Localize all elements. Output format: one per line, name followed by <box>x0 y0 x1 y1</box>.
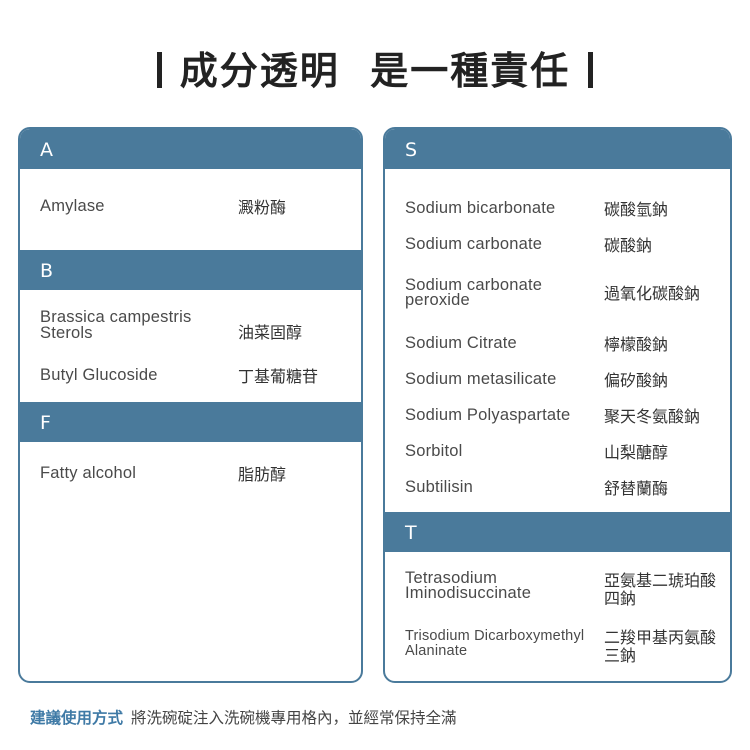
ingredient-en: Sodium carbonate <box>405 235 543 253</box>
ingredient-en: Amylase <box>40 197 105 215</box>
ingredient-en-line2: peroxide <box>405 291 470 309</box>
usage-label: 建議使用方式 <box>30 709 124 727</box>
ingredient-zh: 檸檬酸鈉 <box>604 335 669 354</box>
ingredient-en: Subtilisin <box>405 478 474 496</box>
ingredient-zh: 山梨醣醇 <box>604 443 669 462</box>
ingredient-zh-line1: 二羧甲基丙氨酸 <box>604 628 717 647</box>
page-title: 成分透明 是一種責任 <box>0 40 750 95</box>
title-divider-right <box>588 52 594 88</box>
ingredient-zh: 舒替蘭酶 <box>604 479 669 498</box>
usage-instructions: 建議使用方式 將洗碗碇注入洗碗機專用格內，並經常保持全滿 <box>30 706 457 728</box>
title-part1: 成分透明 <box>179 49 340 93</box>
ingredient-en-line2: Alaninate <box>405 643 468 659</box>
ingredient-en-line2: Iminodisuccinate <box>405 584 532 602</box>
section-header-b: B <box>20 250 361 290</box>
ingredients-card-right: S Sodium bicarbonate 碳酸氫鈉 Sodium carbona… <box>383 127 732 683</box>
title-part2: 是一種責任 <box>370 49 571 93</box>
ingredient-zh: 偏矽酸鈉 <box>604 371 669 390</box>
ingredient-zh: 碳酸氫鈉 <box>604 200 669 219</box>
ingredient-zh-line1: 亞氨基二琥珀酸 <box>604 571 717 590</box>
section-header-s: S <box>385 129 730 169</box>
ingredient-en: Sorbitol <box>405 442 463 460</box>
ingredient-en-line1: Trisodium Dicarboxymethyl <box>405 628 585 644</box>
ingredient-en: Sodium bicarbonate <box>405 199 556 217</box>
section-header-f: F <box>20 402 361 442</box>
ingredient-zh: 聚天冬氨酸鈉 <box>604 407 701 426</box>
ingredient-zh: 碳酸鈉 <box>604 236 653 255</box>
ingredient-en: Sodium Citrate <box>405 334 517 352</box>
title-divider-left <box>156 52 162 88</box>
section-header-t: T <box>385 512 730 552</box>
usage-text: 將洗碗碇注入洗碗機專用格內，並經常保持全滿 <box>131 709 457 727</box>
ingredient-zh: 油菜固醇 <box>238 323 303 342</box>
ingredient-en: Butyl Glucoside <box>40 366 158 384</box>
ingredient-zh-line2: 三鈉 <box>604 646 637 665</box>
ingredient-zh: 脂肪醇 <box>238 465 287 484</box>
ingredients-card-left: A Amylase 澱粉酶 B Brassica campestris Ster… <box>18 127 363 683</box>
ingredient-zh: 丁基葡糖苷 <box>238 367 319 386</box>
ingredient-en: Sodium Polyaspartate <box>405 406 571 424</box>
ingredient-zh: 澱粉酶 <box>238 198 287 217</box>
ingredient-en: Fatty alcohol <box>40 464 137 482</box>
ingredient-en-line1: Brassica campestris <box>40 308 192 326</box>
ingredient-zh: 過氧化碳酸鈉 <box>604 284 701 303</box>
ingredient-en: Sodium metasilicate <box>405 370 557 388</box>
ingredient-zh-line2: 四鈉 <box>604 589 637 608</box>
ingredient-en-line2: Sterols <box>40 324 93 342</box>
section-header-a: A <box>20 129 361 169</box>
